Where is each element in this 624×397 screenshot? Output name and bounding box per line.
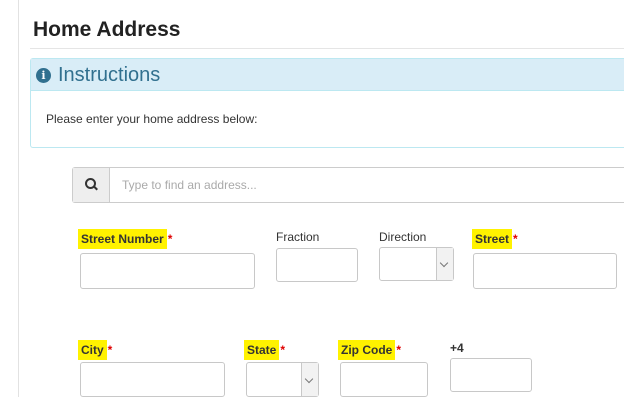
title-divider: [30, 48, 624, 49]
instructions-text: Please enter your home address below:: [46, 112, 258, 126]
fraction-label: Fraction: [276, 230, 320, 244]
street-input[interactable]: [473, 253, 617, 289]
city-label: City *: [78, 340, 112, 360]
zip-code-label: Zip Code *: [338, 340, 401, 360]
chevron-down-icon: [301, 363, 318, 396]
zip-plus4-input[interactable]: [450, 358, 532, 392]
state-label: State *: [244, 340, 285, 360]
instructions-title: Instructions: [58, 64, 161, 86]
search-addon: [73, 168, 110, 202]
instructions-header: i Instructions: [31, 59, 624, 91]
street-label: Street *: [472, 229, 518, 249]
zip-plus4-label: +4: [450, 341, 464, 355]
page-title: Home Address: [33, 18, 181, 41]
direction-label: Direction: [379, 230, 427, 244]
chevron-down-icon: [436, 248, 453, 280]
fraction-input[interactable]: [276, 248, 358, 282]
instructions-panel: i Instructions Please enter your home ad…: [30, 58, 624, 148]
street-number-input[interactable]: [80, 253, 255, 289]
address-search-input[interactable]: [110, 168, 624, 202]
state-select[interactable]: [246, 362, 319, 397]
address-search: [72, 167, 624, 203]
zip-code-input[interactable]: [340, 362, 428, 397]
direction-select[interactable]: [379, 247, 454, 281]
info-circle-icon: i: [36, 68, 51, 83]
street-number-label: Street Number *: [78, 229, 172, 249]
city-input[interactable]: [80, 362, 225, 397]
